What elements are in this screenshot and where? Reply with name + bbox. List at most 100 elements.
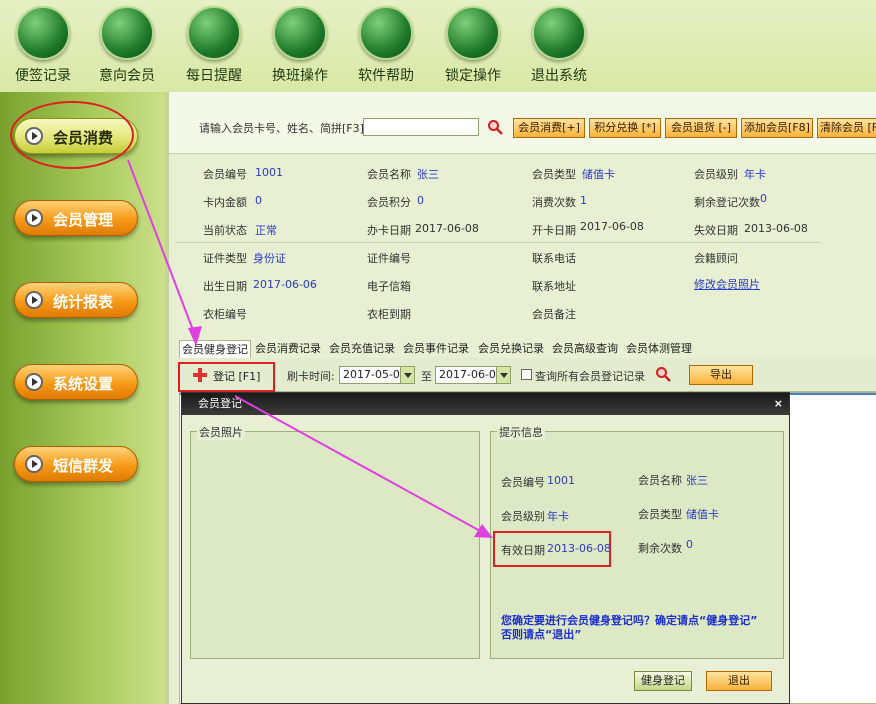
info-group-title: 提示信息 [497, 424, 545, 440]
consume-count-label: 消费次数 [532, 196, 576, 209]
sidebar-item-label: 短信群发 [53, 457, 114, 475]
add-member-button[interactable]: 添加会员[F8] [741, 118, 813, 138]
tab-consume-records[interactable]: 会员消费记录 [255, 340, 321, 358]
sidebar-item-settings[interactable]: 系统设置 [14, 364, 138, 400]
id-type-value: 身份证 [253, 252, 286, 265]
advisor-label: 会籍顾问 [694, 252, 738, 265]
chevron-down-icon[interactable] [496, 367, 510, 383]
consume-count-value: 1 [580, 194, 587, 207]
export-button[interactable]: 导出 [689, 365, 753, 385]
consume-button[interactable]: 会员消费[+] [513, 118, 585, 138]
phone-label: 联系电话 [532, 252, 576, 265]
toolbar-note-button[interactable]: 便签记录 [0, 6, 86, 85]
sidebar-item-sms[interactable]: 短信群发 [14, 446, 138, 482]
tab-exchange-records[interactable]: 会员兑换记录 [478, 340, 544, 358]
confirm-prompt-line2: 否则请点“退出” [501, 628, 582, 641]
search-icon[interactable] [487, 119, 503, 135]
toolbar-exit-button[interactable]: 退出系统 [516, 6, 602, 85]
search-icon[interactable] [655, 366, 671, 382]
toolbar-reminder-button[interactable]: 每日提醒 [171, 6, 257, 85]
member-type-value: 储值卡 [582, 168, 615, 181]
dialog-member-name-value: 张三 [686, 474, 708, 487]
top-toolbar: 便签记录 意向会员 每日提醒 换班操作 软件帮助 锁定操作 退出系统 [0, 0, 876, 92]
register-dialog: 会员登记 × 会员照片 提示信息 会员编号 1001 会员名称 张三 会员级别 … [181, 392, 790, 704]
fitness-register-button[interactable]: 健身登记 [634, 671, 692, 691]
dialog-level-label: 会员级别 [501, 510, 545, 523]
clear-member-button[interactable]: 清除会员 [F6 [817, 118, 876, 138]
dialog-type-label: 会员类型 [638, 508, 682, 521]
sidebar-item-label: 会员管理 [53, 211, 114, 229]
remaining-value: 0 [760, 192, 767, 205]
highlight-expire-box [493, 531, 611, 567]
tab-advanced-query[interactable]: 会员高级查询 [552, 340, 618, 358]
date-to-picker[interactable]: 2017-06-09 [435, 366, 511, 384]
date-to-value: 2017-06-09 [439, 368, 503, 381]
toolbar-label: 每日提醒 [186, 68, 242, 84]
highlight-register-box [178, 362, 275, 392]
balance-label: 卡内金额 [203, 196, 247, 209]
toolbar-prospect-button[interactable]: 意向会员 [84, 6, 170, 85]
dialog-level-value: 年卡 [547, 510, 569, 523]
remaining-label: 剩余登记次数 [694, 196, 760, 209]
sidebar: 会员消费 会员管理 统计报表 系统设置 短信群发 [0, 92, 165, 704]
note-icon [16, 6, 70, 60]
balance-value: 0 [255, 194, 262, 207]
toolbar-help-button[interactable]: 软件帮助 [343, 6, 429, 85]
return-button[interactable]: 会员退货 [-] [665, 118, 737, 138]
locker-expire-label: 衣柜到期 [367, 308, 411, 321]
birth-date-value: 2017-06-06 [253, 278, 317, 291]
query-all-checkbox[interactable] [521, 369, 532, 380]
email-label: 电子信箱 [367, 280, 411, 293]
member-name-label: 会员名称 [367, 168, 411, 181]
dialog-remaining-value: 0 [686, 538, 693, 551]
toolbar-label: 退出系统 [531, 68, 587, 84]
status-label: 当前状态 [203, 224, 247, 237]
expire-date-value: 2013-06-08 [744, 222, 808, 235]
search-label: 请输入会员卡号、姓名、简拼[F3] [199, 122, 364, 135]
search-bar: 请输入会员卡号、姓名、简拼[F3] 会员消费[+] 积分兑换 [*] 会员退货 … [169, 92, 876, 154]
toolbar-label: 锁定操作 [445, 68, 501, 84]
member-no-label: 会员编号 [203, 168, 247, 181]
search-input[interactable] [363, 118, 479, 136]
id-number-label: 证件编号 [367, 252, 411, 265]
query-all-label: 查询所有会员登记记录 [535, 370, 645, 383]
dialog-member-name-label: 会员名称 [638, 474, 682, 487]
tab-body-test[interactable]: 会员体测管理 [626, 340, 692, 358]
dialog-title: 会员登记 [198, 397, 242, 410]
points-label: 会员积分 [367, 196, 411, 209]
dialog-member-no-value: 1001 [547, 474, 575, 487]
to-label: 至 [421, 370, 432, 383]
locker-no-label: 衣柜编号 [203, 308, 247, 321]
toolbar-label: 软件帮助 [358, 68, 414, 84]
member-level-value: 年卡 [744, 168, 766, 181]
tab-recharge-records[interactable]: 会员充值记录 [329, 340, 395, 358]
swap-arrows-icon [273, 6, 327, 60]
person-icon [100, 6, 154, 60]
exit-dialog-button[interactable]: 退出 [706, 671, 772, 691]
start-date-label: 开卡日期 [532, 224, 576, 237]
dialog-title-bar: 会员登记 × [182, 393, 789, 415]
chevron-down-icon[interactable] [400, 367, 414, 383]
lock-icon [446, 6, 500, 60]
expire-date-label: 失效日期 [694, 224, 738, 237]
edit-photo-link[interactable]: 修改会员照片 [694, 276, 760, 292]
play-icon [25, 291, 43, 309]
sidebar-item-reports[interactable]: 统计报表 [14, 282, 138, 318]
toolbar-label: 换班操作 [272, 68, 328, 84]
toolbar-lock-button[interactable]: 锁定操作 [430, 6, 516, 85]
toolbar-label: 便签记录 [15, 68, 71, 84]
tab-fitness-register[interactable]: 会员健身登记 [179, 340, 251, 358]
sidebar-item-label: 系统设置 [53, 375, 114, 393]
dialog-type-value: 储值卡 [686, 508, 719, 521]
memo-label: 会员备注 [532, 308, 576, 321]
points-exchange-button[interactable]: 积分兑换 [*] [589, 118, 661, 138]
tab-event-records[interactable]: 会员事件记录 [403, 340, 469, 358]
divider [175, 242, 821, 243]
sidebar-item-label: 统计报表 [53, 293, 114, 311]
photo-group: 会员照片 [190, 424, 480, 659]
status-value: 正常 [255, 224, 277, 237]
toolbar-shift-button[interactable]: 换班操作 [257, 6, 343, 85]
sidebar-item-member-manage[interactable]: 会员管理 [14, 200, 138, 236]
date-from-picker[interactable]: 2017-05-09 [339, 366, 415, 384]
close-icon[interactable]: × [774, 393, 783, 415]
